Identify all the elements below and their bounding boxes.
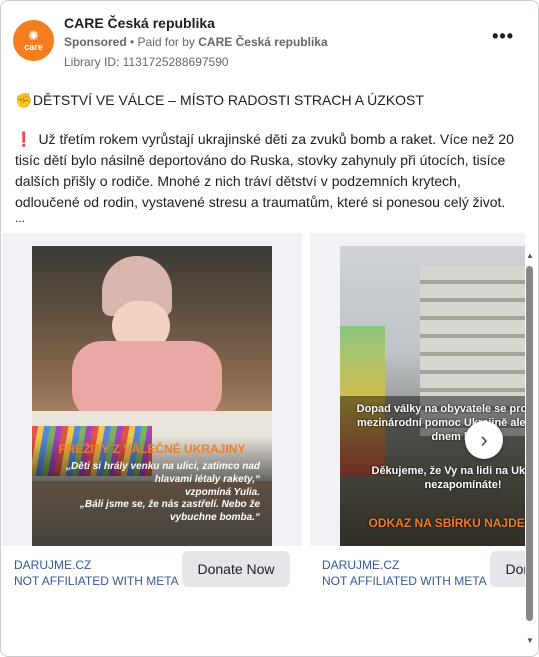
image-quote-1: „Děti si hrály venku na ulici, zatímco n… [66,461,260,485]
card-image-building[interactable]: Dopad války na obyvatele se prohlubuje. … [340,246,525,546]
donate-now-button[interactable]: Donate Now [490,551,525,587]
donate-now-button[interactable]: Donate Now [182,551,290,587]
sponsored-line: Sponsored • Paid for by CARE Česká repub… [64,35,328,49]
page-avatar[interactable]: ✺ care [13,20,54,61]
page-name[interactable]: CARE Česká republika [64,15,215,31]
headline-text: DĚTSTVÍ VE VÁLCE – MÍSTO RADOSTI STRACH … [32,92,424,108]
card-footer: DARUJME.CZ NOT AFFILIATED WITH META Dona… [310,546,525,593]
logo-text: care [24,41,43,52]
post-headline: ✊ DĚTSTVÍ VE VÁLCE – MÍSTO RADOSTI STRAC… [15,92,424,109]
paid-for-prefix: • Paid for by [130,35,195,49]
ad-card: ✺ care CARE Česká republika Sponsored • … [0,0,539,657]
card-site[interactable]: DARUJME.CZ [322,558,399,572]
post-body: ❗ Už třetím rokem vyrůstají ukrajinské dě… [15,129,520,213]
image-text-2: Děkujeme, že Vy na lidi na Ukrajině neza… [371,465,526,491]
scrollbar-thumb[interactable] [526,266,533,621]
image-title: PŘEŽITÝ Z VÁLEČNÉ UKRAJINY [58,442,246,456]
see-more[interactable]: ... [15,211,25,225]
carousel-card[interactable]: Dopad války na obyvatele se prohlubuje. … [310,233,525,593]
image-cta-text: ODKAZ NA SBÍRKU NAJDETE V [368,516,525,530]
body-text: Už třetím rokem vyrůstají ukrajinské dět… [15,131,514,210]
sponsored-label: Sponsored [64,35,127,49]
exclamation-icon: ❗ [15,131,33,147]
image-quote-3: „Báli jsme se, že nás zastřelí. Nebo že … [79,499,260,523]
card-site[interactable]: DARUJME.CZ [14,558,91,572]
carousel: PŘEŽITÝ Z VÁLEČNÉ UKRAJINY „Děti si hrál… [1,233,525,598]
jacket-shape [72,341,222,421]
care-logo-icon: ✺ [28,27,39,43]
scrollbar[interactable]: ▲ ▼ [525,251,535,645]
paid-for-by: CARE Česká republika [198,35,328,49]
card-image-child[interactable]: PŘEŽITÝ Z VÁLEČNÉ UKRAJINY „Děti si hrál… [32,246,272,546]
card-disclaimer: NOT AFFILIATED WITH META [14,574,179,588]
raised-fist-icon: ✊ [15,92,33,108]
library-id: Library ID: 1131725288697590 [64,55,229,69]
ad-header: ✺ care CARE Česká republika Sponsored • … [13,13,513,71]
scroll-down-icon[interactable]: ▼ [526,636,534,645]
scroll-up-icon[interactable]: ▲ [526,251,534,260]
more-options-icon[interactable]: ••• [492,27,514,45]
carousel-card[interactable]: PŘEŽITÝ Z VÁLEČNÉ UKRAJINY „Děti si hrál… [2,233,302,593]
card-footer: DARUJME.CZ NOT AFFILIATED WITH META Dona… [2,546,302,593]
carousel-next-icon[interactable]: › [465,421,503,459]
card-disclaimer: NOT AFFILIATED WITH META [322,574,487,588]
